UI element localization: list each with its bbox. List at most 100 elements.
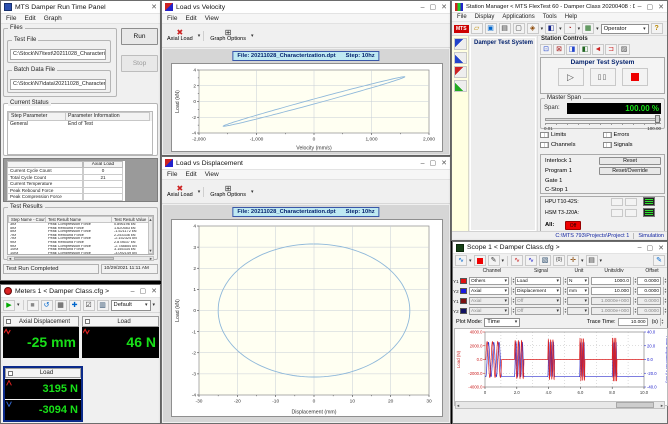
open-button[interactable]: ▱	[471, 23, 483, 34]
clear-traces-button[interactable]: ▧	[539, 255, 551, 266]
scope-scroll-thumb[interactable]	[616, 402, 654, 408]
station-controls-button-4[interactable]: ◧	[579, 44, 591, 55]
station-controls-button-5[interactable]: ◄	[592, 44, 604, 55]
trace-color-swatch[interactable]	[460, 298, 467, 304]
save-button[interactable]: ▣	[485, 23, 497, 34]
results-col-header[interactable]: Test Result Value	[112, 216, 149, 223]
channel-combo[interactable]: Axial▾	[469, 287, 509, 295]
unit-combo[interactable]: ▾	[567, 307, 589, 315]
maximize-button[interactable]: ▢	[430, 3, 437, 11]
station-controls-button-1[interactable]: ⊡	[540, 44, 552, 55]
scope-setup-button[interactable]: ✎	[488, 255, 500, 266]
titlebar-scope[interactable]: Scope 1 < Damper Class.cfg > –▢✕	[453, 242, 667, 254]
scope-channel-row[interactable]: Y2Axial▾▲▼Displacement▾▲▼mm▾10.000▲▼0.00…	[453, 286, 667, 296]
meters-launch-icon[interactable]	[454, 80, 467, 92]
menu-graph[interactable]: Graph	[44, 15, 62, 22]
display-toggle-4[interactable]: ▦	[582, 23, 594, 34]
results-col-header[interactable]: Test Result Name	[46, 216, 112, 223]
maximize-button[interactable]: ▢	[647, 244, 654, 252]
display-toggle-4-caret[interactable]: ▾	[596, 26, 599, 32]
maximize-button[interactable]: ▢	[430, 159, 437, 167]
results-hscrollbar[interactable]: ◄►	[7, 256, 154, 261]
graph-options-caret[interactable]: ▾	[251, 189, 254, 195]
trace-time-input[interactable]: 10.000	[618, 318, 648, 326]
preset-combo[interactable]: Default▾	[111, 300, 151, 311]
trace-color-swatch[interactable]	[460, 288, 467, 294]
access-level-combo[interactable]: Operator▾	[601, 24, 649, 34]
help-button[interactable]: ?	[651, 23, 663, 34]
graph-options-button[interactable]: ⊞ Graph Options	[207, 185, 249, 198]
play-button[interactable]: ▷	[558, 68, 584, 86]
offset-input-spinner[interactable]: ▲▼	[663, 287, 667, 295]
channel-combo[interactable]: Axial▾	[469, 307, 509, 315]
menu-file[interactable]: File	[167, 171, 177, 178]
axial-load-button[interactable]: ✖ Axial Load	[164, 185, 196, 198]
titlebar-displacement[interactable]: Load vs Displacement –▢✕	[162, 157, 450, 170]
titlebar-runtime[interactable]: MTS Damper Run Time Panel ✕	[1, 1, 160, 14]
meter-group-load-selected[interactable]: Load 3195 N -3094 N	[3, 366, 83, 422]
tree-root[interactable]: Damper Test System	[474, 40, 533, 46]
reset-meters-button[interactable]: ↺	[41, 300, 53, 311]
close-button[interactable]: ✕	[658, 3, 664, 11]
graph-options-button[interactable]: ⊞ Graph Options	[207, 29, 249, 42]
run-scope-caret[interactable]: ▾	[469, 258, 472, 264]
offset-input[interactable]: 0.0000	[637, 307, 661, 315]
pause-button[interactable]: ▯▯	[590, 68, 616, 86]
channel-combo[interactable]: Others▾	[469, 277, 509, 285]
menu-file[interactable]: File	[457, 14, 467, 20]
menu-help[interactable]: Help	[565, 14, 577, 20]
close-button[interactable]: ✕	[441, 159, 447, 167]
channel-combo[interactable]: Axial▾	[469, 297, 509, 305]
titlebar-station[interactable]: Station Manager < MTS FlexTest 60 - Damp…	[452, 1, 667, 13]
cursor-caret[interactable]: ▾	[581, 258, 584, 264]
menu-view[interactable]: View	[205, 171, 219, 178]
edit-pen-button[interactable]: ✎	[653, 255, 665, 266]
titlebar-velocity[interactable]: Load vs Velocity –▢✕	[162, 1, 450, 14]
add-meter-button[interactable]: ✚	[69, 300, 81, 311]
show-checkboxes-button[interactable]: ☑	[83, 300, 95, 311]
function-generator-icon[interactable]	[454, 38, 467, 50]
offset-input-spinner[interactable]: ▲▼	[663, 307, 667, 315]
scope-channel-row[interactable]: Y2Axial▾▲▼Off▾▲▼▾1.0000e+000▲▼0.0000▲▼	[453, 306, 667, 316]
menu-applications[interactable]: Applications	[502, 14, 534, 20]
trace-time-spinner[interactable]: ▲▼	[660, 318, 664, 326]
offset-input-spinner[interactable]: ▲▼	[663, 277, 667, 285]
close-button[interactable]: ✕	[658, 244, 664, 252]
close-button[interactable]: ✕	[441, 3, 447, 11]
units-div-input[interactable]: 1000.0	[591, 277, 631, 285]
signal-combo[interactable]: Off▾	[515, 307, 561, 315]
station-controls-button-3[interactable]: ◨	[566, 44, 578, 55]
menu-edit[interactable]: Edit	[185, 171, 196, 178]
layout-grid-button[interactable]: ▦	[55, 300, 67, 311]
start-meters-button[interactable]: ▶	[3, 300, 15, 311]
unit-combo[interactable]: N▾	[567, 277, 589, 285]
zero-button[interactable]: {0}	[553, 255, 565, 266]
print-caret[interactable]: ▾	[600, 258, 603, 264]
stop-button[interactable]: Stop	[121, 55, 158, 72]
scope-channel-row[interactable]: Y1Axial▾▲▼Off▾▲▼▾1.0000e+000▲▼0.0000▲▼	[453, 296, 667, 306]
program-reset-override-button[interactable]: Reset/Override	[599, 167, 661, 175]
offset-input[interactable]: 0.0000	[637, 287, 661, 295]
offset-input-spinner[interactable]: ▲▼	[663, 297, 667, 305]
menu-file[interactable]: File	[6, 15, 16, 22]
minimize-button[interactable]: –	[421, 4, 425, 11]
menu-tools[interactable]: Tools	[543, 14, 557, 20]
span-slider-track[interactable]	[545, 118, 661, 121]
display-toggle-2[interactable]: ◧	[545, 23, 557, 34]
results-col-header[interactable]: Step Name - Counter	[8, 216, 46, 223]
display-toggle-2-caret[interactable]: ▾	[559, 26, 562, 32]
stop-scope-button[interactable]	[474, 255, 486, 266]
display-toggle-1[interactable]: ◈	[527, 23, 539, 34]
hsm-high-button[interactable]	[625, 209, 637, 217]
axial-load-button[interactable]: ✖ Axial Load	[164, 29, 196, 42]
trace-color-swatch[interactable]	[460, 278, 467, 284]
trace-color-swatch[interactable]	[460, 308, 467, 314]
cursor-button[interactable]: ✛	[567, 255, 579, 266]
units-div-input[interactable]: 10.000	[591, 287, 631, 295]
offset-input[interactable]: 0.0000	[637, 297, 661, 305]
minimize-button[interactable]: –	[131, 288, 135, 295]
hold-meters-button[interactable]: ■	[27, 300, 39, 311]
axial-load-caret[interactable]: ▾	[198, 33, 201, 39]
preview-button[interactable]: ▢	[513, 23, 525, 34]
status-col-header[interactable]: Parameter Information	[66, 112, 150, 121]
